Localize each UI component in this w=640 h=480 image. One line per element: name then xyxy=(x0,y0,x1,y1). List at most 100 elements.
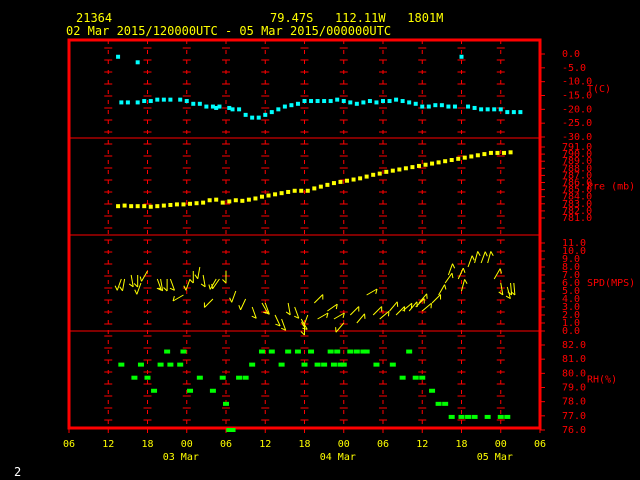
rh-point xyxy=(196,375,203,380)
temperature-point xyxy=(178,97,183,102)
temperature-point xyxy=(446,104,451,109)
pressure-point xyxy=(227,199,232,204)
rh-point xyxy=(209,388,216,393)
x-tick-label: 12 xyxy=(416,439,428,450)
rh-point xyxy=(363,349,370,354)
pressure-point xyxy=(181,202,186,207)
pressure-point xyxy=(188,201,193,206)
temperature-point xyxy=(354,101,359,106)
temperature-point xyxy=(135,100,140,105)
wind-barb xyxy=(327,303,338,312)
pressure-point xyxy=(384,169,389,174)
temperature-point xyxy=(191,101,196,106)
x-tick-label: 00 xyxy=(495,439,507,450)
temperature-point xyxy=(230,107,235,112)
rh-point xyxy=(334,349,341,354)
wind-barb xyxy=(389,301,398,312)
pressure-point xyxy=(299,188,304,193)
temperature-point xyxy=(269,110,274,115)
rh-point xyxy=(268,349,275,354)
wind-barb xyxy=(313,294,324,304)
date-label: 03 Mar xyxy=(163,452,199,463)
wind-barb-flag xyxy=(194,274,199,280)
x-tick-label: 06 xyxy=(220,439,232,450)
rh-point xyxy=(406,349,413,354)
pressure-point xyxy=(462,155,467,160)
wind-barb xyxy=(204,298,214,308)
temperature-point xyxy=(518,110,523,115)
wind-barb-flag xyxy=(484,251,488,257)
rh-point xyxy=(151,388,158,393)
rh-point xyxy=(187,388,194,393)
pressure-point xyxy=(410,165,415,170)
pressure-point xyxy=(443,159,448,164)
temperature-point xyxy=(511,110,516,115)
temperature-point xyxy=(439,103,444,108)
pressure-point xyxy=(488,150,493,155)
pressure-point xyxy=(358,176,363,181)
temperature-point xyxy=(498,107,503,112)
pressure-point xyxy=(142,204,147,209)
wind-barb-flag xyxy=(114,285,118,291)
temperature-point xyxy=(250,115,255,120)
rh-point xyxy=(301,362,308,367)
temperature-point xyxy=(184,99,189,104)
rh-point xyxy=(308,349,315,354)
x-tick-label: 18 xyxy=(142,439,154,450)
pressure-point xyxy=(364,174,369,179)
wind-barb xyxy=(457,267,464,280)
rh-point xyxy=(242,375,249,380)
temperature-point xyxy=(387,99,392,104)
pressure-point xyxy=(168,202,173,207)
pressure-point xyxy=(403,166,408,171)
rh-point xyxy=(249,362,256,367)
temperature-point xyxy=(341,99,346,104)
x-tick-label: 00 xyxy=(181,439,193,450)
wind-barb-flag xyxy=(451,273,454,279)
panel-title: SPD(MPS) xyxy=(587,278,635,289)
wind-barb xyxy=(172,294,184,302)
pressure-point xyxy=(331,181,336,186)
pressure-point xyxy=(155,204,160,209)
wind-barb-flag xyxy=(139,276,142,282)
y-tick-label: -20.0 xyxy=(562,104,592,115)
pressure-point xyxy=(430,161,435,166)
x-tick-label: 00 xyxy=(338,439,350,450)
wind-barb-flag xyxy=(452,263,456,269)
rh-point xyxy=(458,414,465,419)
wind-barb-flag xyxy=(490,251,494,256)
wind-barb xyxy=(231,290,237,303)
pressure-point xyxy=(482,152,487,157)
temperature-point xyxy=(197,101,202,106)
y-tick-label: 0.0 xyxy=(562,49,580,60)
wind-barb-flag xyxy=(471,255,475,261)
rh-point xyxy=(347,349,354,354)
temperature-point xyxy=(135,60,140,65)
y-tick-label: 82.0 xyxy=(562,340,586,351)
x-tick-label: 06 xyxy=(377,439,389,450)
rh-point xyxy=(330,362,337,367)
pressure-point xyxy=(318,184,323,189)
temperature-point xyxy=(289,103,294,108)
wind-barb xyxy=(418,293,428,304)
wind-barb xyxy=(240,298,247,311)
pressure-point xyxy=(266,193,271,198)
temperature-point xyxy=(116,54,121,59)
y-tick-label: -5.0 xyxy=(562,63,586,74)
wind-barb xyxy=(431,294,441,304)
pressure-point xyxy=(246,197,251,202)
rh-point xyxy=(353,349,360,354)
rh-point xyxy=(340,362,347,367)
temperature-point xyxy=(328,99,333,104)
temperature-point xyxy=(322,99,327,104)
rh-point xyxy=(219,375,226,380)
temperature-point xyxy=(148,99,153,104)
temperature-point xyxy=(125,100,130,105)
wind-barb-flag xyxy=(163,287,168,292)
temperature-point xyxy=(433,103,438,108)
temperature-point xyxy=(243,112,248,117)
date-label: 05 Mar xyxy=(477,452,513,463)
rh-point xyxy=(118,362,125,367)
wind-barb xyxy=(510,282,513,295)
temperature-point xyxy=(466,104,471,109)
